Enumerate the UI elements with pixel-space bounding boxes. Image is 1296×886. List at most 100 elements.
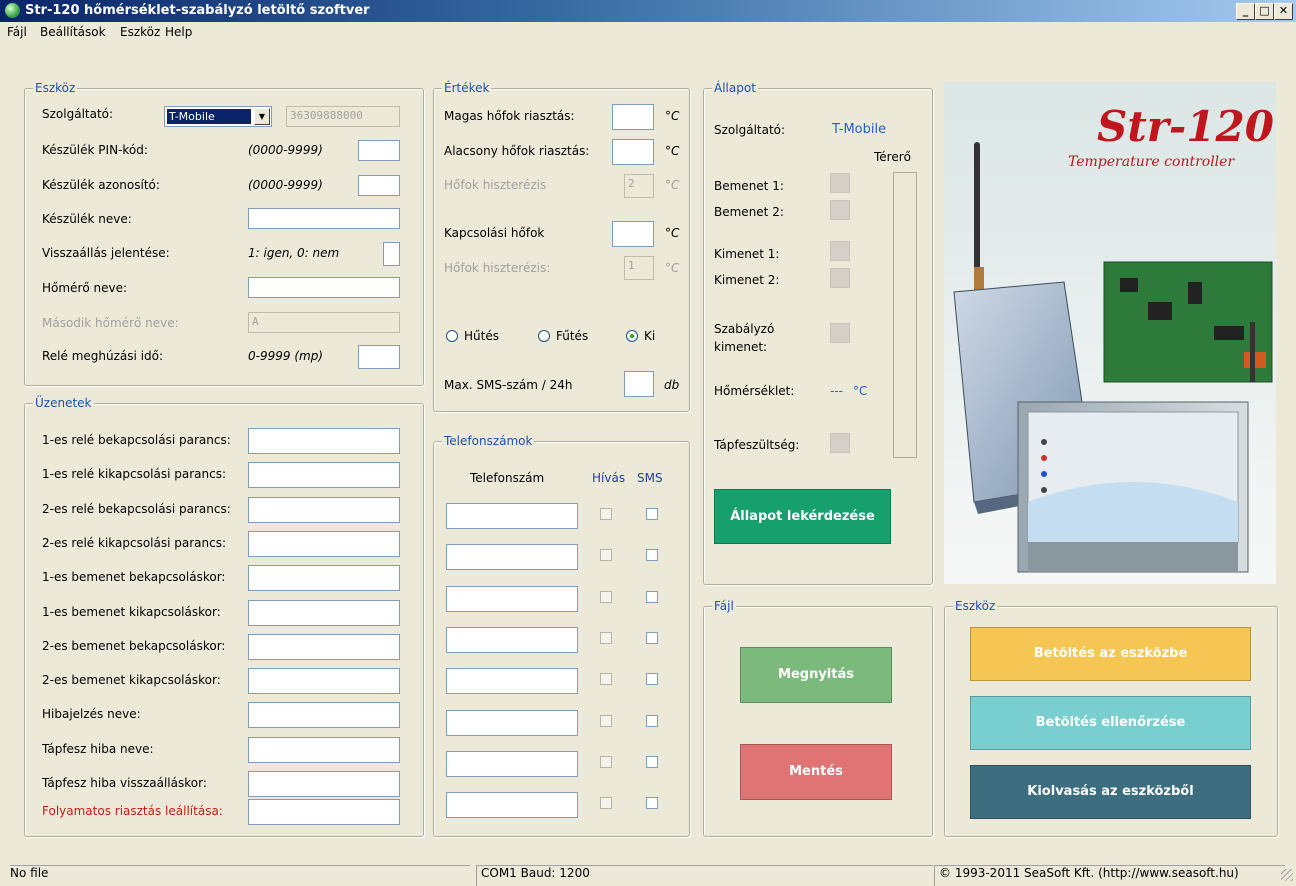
maximize-button[interactable]: □ bbox=[1255, 3, 1274, 20]
kimenet2-indicator bbox=[830, 268, 850, 288]
sms-checkbox[interactable] bbox=[646, 755, 658, 768]
menu-eszkoz[interactable]: Eszköz bbox=[120, 25, 160, 39]
magas-hofok-field[interactable] bbox=[612, 104, 654, 130]
betoltes-button[interactable]: Betöltés az eszközbe bbox=[970, 627, 1251, 681]
hivas-checkbox[interactable] bbox=[600, 631, 612, 644]
telefonszam-field[interactable] bbox=[446, 503, 578, 529]
hutes-radio[interactable] bbox=[446, 330, 458, 342]
homerseklet-label: Hőmérséklet: bbox=[714, 384, 795, 398]
telefonszam-field[interactable] bbox=[446, 709, 578, 736]
telefonszam-field[interactable] bbox=[446, 792, 578, 819]
sms-checkbox[interactable] bbox=[646, 549, 658, 562]
phone-number-field[interactable]: 36309888000 bbox=[286, 106, 400, 127]
uzenet-label: Tápfesz hiba neve: bbox=[42, 741, 154, 756]
betoltes-ellenorzese-button[interactable]: Betöltés ellenőrzése bbox=[970, 696, 1251, 750]
rele-ido-field[interactable] bbox=[358, 345, 400, 369]
visszaallas-hint: 1: igen, 0: nem bbox=[248, 246, 340, 260]
status-copyright: © 1993-2011 SeaSoft Kft. (http://www.sea… bbox=[934, 865, 1285, 886]
futes-radio[interactable] bbox=[538, 330, 550, 342]
telefonszam-field[interactable] bbox=[446, 626, 578, 653]
szabalyzo-indicator bbox=[830, 323, 850, 343]
telefonszam-field[interactable] bbox=[446, 668, 578, 695]
masodik-homero-label: Második hőmérő neve: bbox=[42, 316, 179, 330]
eszkoz-group: Eszköz bbox=[24, 81, 424, 386]
hivas-checkbox[interactable] bbox=[600, 590, 612, 603]
hivas-checkbox[interactable] bbox=[600, 797, 612, 810]
sms-checkbox[interactable] bbox=[646, 797, 658, 810]
sms-checkbox[interactable] bbox=[646, 714, 658, 727]
hutes-label: Hűtés bbox=[464, 329, 499, 343]
sms-checkbox[interactable] bbox=[646, 508, 658, 520]
megnyitas-button[interactable]: Megnyitás bbox=[740, 647, 892, 703]
pin-field[interactable] bbox=[358, 140, 400, 161]
max-sms-label: Max. SMS-szám / 24h bbox=[444, 378, 573, 392]
szolgaltato-label: Szolgáltató: bbox=[42, 107, 114, 121]
menu-beallitasok[interactable]: Beállítások bbox=[40, 25, 106, 39]
keszulek-nev-field[interactable] bbox=[248, 208, 400, 229]
telefonszam-field[interactable] bbox=[446, 585, 578, 612]
homero-nev-field[interactable] bbox=[248, 277, 400, 298]
homerseklet-value: --- bbox=[830, 384, 843, 398]
close-button[interactable]: ✕ bbox=[1274, 3, 1293, 20]
homerseklet-unit: °C bbox=[853, 384, 868, 398]
alacsony-hofok-field[interactable] bbox=[612, 139, 654, 165]
kiolvasas-button[interactable]: Kiolvasás az eszközből bbox=[970, 765, 1251, 819]
menu-fajl[interactable]: Fájl bbox=[7, 25, 27, 39]
uzenet-field[interactable] bbox=[248, 736, 400, 763]
app-icon bbox=[5, 3, 20, 18]
max-sms-field[interactable] bbox=[624, 371, 654, 397]
allapot-lekerdezese-button[interactable]: Állapot lekérdezése bbox=[714, 489, 891, 544]
banner-title: Str-120 bbox=[1097, 102, 1274, 151]
hivas-checkbox[interactable] bbox=[600, 755, 612, 768]
uzenet-field[interactable] bbox=[248, 599, 400, 626]
magas-unit: °C bbox=[665, 109, 680, 123]
masodik-homero-field[interactable]: A bbox=[248, 312, 400, 333]
hivas-checkbox[interactable] bbox=[600, 714, 612, 727]
menu-help[interactable]: Help bbox=[165, 25, 192, 39]
uzenet-field[interactable] bbox=[248, 771, 400, 797]
hiszterezis2-field[interactable]: 1 bbox=[624, 256, 654, 280]
azonosito-field[interactable] bbox=[358, 175, 400, 196]
futes-label: Fűtés bbox=[556, 329, 589, 343]
sms-checkbox[interactable] bbox=[646, 631, 658, 644]
hivas-checkbox[interactable] bbox=[600, 673, 612, 686]
chevron-down-icon[interactable]: ▼ bbox=[254, 108, 270, 125]
folyamatos-riasztas-label: Folyamatos riasztás leállítása: bbox=[42, 804, 223, 818]
telefonszam-field[interactable] bbox=[446, 750, 578, 777]
kapcsolasi-hofok-field[interactable] bbox=[612, 221, 654, 247]
uzenet-label: Tápfesz hiba visszaálláskor: bbox=[42, 776, 207, 790]
mentes-button[interactable]: Mentés bbox=[740, 744, 892, 800]
telefonszam-field[interactable] bbox=[446, 544, 578, 571]
banner-subtitle: Temperature controller bbox=[1068, 154, 1235, 170]
uzenet-field[interactable] bbox=[248, 496, 400, 523]
hivas-checkbox[interactable] bbox=[600, 549, 612, 562]
bemenet2-label: Bemenet 2: bbox=[714, 205, 784, 219]
ertekek-group: Értékek bbox=[433, 81, 690, 412]
alacsony-unit: °C bbox=[665, 144, 680, 158]
szabalyzo-label-line1: Szabályzó bbox=[714, 322, 775, 336]
sms-checkbox[interactable] bbox=[646, 673, 658, 686]
folyamatos-riasztas-field[interactable] bbox=[248, 799, 400, 825]
title-bar: Str-120 hőmérséklet-szabályzó letöltő sz… bbox=[0, 0, 1296, 22]
uzenet-field[interactable] bbox=[248, 462, 400, 489]
hiszterezis1-unit: °C bbox=[665, 178, 680, 192]
hiszterezis1-field[interactable]: 2 bbox=[624, 174, 654, 198]
visszaallas-field[interactable] bbox=[383, 242, 400, 266]
hivas-checkbox[interactable] bbox=[600, 508, 612, 520]
resize-grip-icon[interactable] bbox=[1281, 869, 1293, 881]
uzenet-field[interactable] bbox=[248, 633, 400, 660]
uzenet-label: 1-es bemenet kikapcsoláskor: bbox=[42, 604, 221, 619]
hiszterezis2-unit: °C bbox=[665, 261, 680, 275]
tapfeszultseg-indicator bbox=[830, 433, 850, 453]
uzenet-field[interactable] bbox=[248, 530, 400, 557]
sms-checkbox[interactable] bbox=[646, 590, 658, 603]
product-banner: Str-120 Temperature controller bbox=[944, 82, 1276, 584]
uzenet-field[interactable] bbox=[248, 668, 400, 695]
uzenet-field[interactable] bbox=[248, 428, 400, 454]
uzenet-field[interactable] bbox=[248, 565, 400, 592]
ki-radio[interactable] bbox=[626, 330, 638, 342]
rele-ido-label: Relé meghúzási idő: bbox=[42, 349, 164, 363]
minimize-button[interactable]: _ bbox=[1236, 3, 1255, 20]
uzenet-field[interactable] bbox=[248, 702, 400, 729]
szolgaltato-select[interactable]: T-Mobile ▼ bbox=[164, 106, 272, 127]
